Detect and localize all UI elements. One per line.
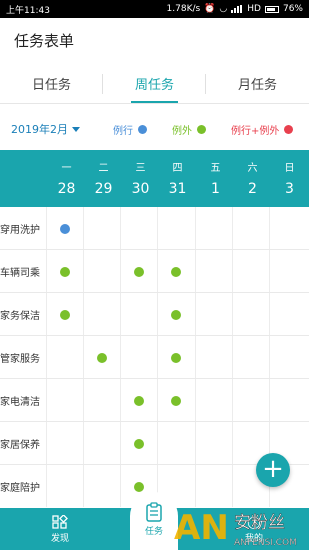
alarm-icon: ⏰ xyxy=(204,4,216,14)
routine-task-dot[interactable] xyxy=(59,223,70,234)
exception-task-dot[interactable] xyxy=(59,309,70,320)
network-type: HD xyxy=(247,4,261,14)
task-row: 车辆司乘 xyxy=(0,250,309,293)
exception-task-dot[interactable] xyxy=(170,266,181,277)
filter-row: 2019年2月 例行 例外 例行+例外 xyxy=(0,104,309,150)
routine-dot-icon xyxy=(138,125,147,134)
task-label: 穿用洗护 xyxy=(0,225,40,236)
task-label: 车辆司乘 xyxy=(0,268,40,279)
status-time: 上午11:43 xyxy=(6,5,50,16)
task-row: 管家服务 xyxy=(0,336,309,379)
exception-task-dot[interactable] xyxy=(133,481,144,492)
active-tab-indicator xyxy=(131,101,178,103)
weekday-label: 三 xyxy=(135,163,146,174)
tab-monthly[interactable]: 月任务 xyxy=(206,64,309,103)
legend-routine: 例行 xyxy=(113,122,147,137)
legend-both-label: 例行+例外 xyxy=(231,126,280,137)
add-task-button[interactable]: + xyxy=(256,453,290,487)
exception-task-dot[interactable] xyxy=(59,266,70,277)
exception-task-dot[interactable] xyxy=(170,352,181,363)
task-row: 家务保洁 xyxy=(0,293,309,336)
exception-task-dot[interactable] xyxy=(170,309,181,320)
weekday-label: 五 xyxy=(210,163,221,174)
caret-down-icon xyxy=(72,126,80,132)
page-title: 任务表单 xyxy=(14,32,75,50)
tab-weekly[interactable]: 周任务 xyxy=(103,64,206,103)
day-number[interactable]: 31 xyxy=(159,181,196,197)
exception-task-dot[interactable] xyxy=(133,266,144,277)
discover-icon xyxy=(52,514,68,529)
nav-task-label: 任务 xyxy=(144,527,163,537)
day-number[interactable]: 29 xyxy=(85,181,122,197)
legend-routine-label: 例行 xyxy=(113,126,133,137)
exception-task-dot[interactable] xyxy=(170,395,181,406)
tab-monthly-label: 月任务 xyxy=(237,78,277,93)
exception-dot-icon xyxy=(197,125,206,134)
weekday-label: 日 xyxy=(284,163,295,174)
day-number[interactable]: 2 xyxy=(234,181,271,197)
exception-task-dot[interactable] xyxy=(133,438,144,449)
nav-discover[interactable]: 发现 xyxy=(44,508,76,550)
status-bar: 上午11:43 1.78K/s ⏰ ◡ HD 76% xyxy=(0,0,309,18)
task-label: 家电清洁 xyxy=(0,397,40,408)
nav-task[interactable]: 任务 xyxy=(130,492,178,550)
tab-daily-label: 日任务 xyxy=(31,78,71,93)
task-label: 家庭陪护 xyxy=(0,483,40,494)
wifi-icon: ◡ xyxy=(219,4,228,14)
month-label: 2019年2月 xyxy=(11,123,68,136)
month-selector[interactable]: 2019年2月 xyxy=(11,121,80,137)
tab-daily[interactable]: 日任务 xyxy=(0,64,103,103)
task-tabs: 日任务 周任务 月任务 xyxy=(0,64,309,104)
battery-level: 76% xyxy=(282,4,303,14)
day-number[interactable]: 30 xyxy=(122,181,159,197)
watermark-text: 安粉丝 xyxy=(234,513,285,533)
exception-task-dot[interactable] xyxy=(96,352,107,363)
day-number[interactable]: 3 xyxy=(271,181,308,197)
task-label: 家务保洁 xyxy=(0,311,40,322)
clipboard-icon xyxy=(146,502,162,522)
weekday-label: 一 xyxy=(61,163,72,174)
task-row: 穿用洗护 xyxy=(0,207,309,250)
weekday-label: 六 xyxy=(247,163,258,174)
watermark-logo: AN 安粉丝 ANFENSI.COM xyxy=(174,508,297,548)
battery-icon xyxy=(264,5,279,13)
legend-both: 例行+例外 xyxy=(231,122,294,137)
day-number[interactable]: 1 xyxy=(197,181,234,197)
network-speed: 1.78K/s xyxy=(166,4,201,14)
watermark-url: ANFENSI.COM xyxy=(234,538,297,548)
status-icons: 1.78K/s ⏰ ◡ HD 76% xyxy=(167,4,303,14)
weekday-label: 二 xyxy=(98,163,109,174)
task-label: 管家服务 xyxy=(0,354,40,365)
legend-exception-label: 例外 xyxy=(172,126,192,137)
legend-exception: 例外 xyxy=(172,122,206,137)
tab-weekly-label: 周任务 xyxy=(134,78,174,93)
nav-discover-label: 发现 xyxy=(50,533,69,544)
weekday-label: 四 xyxy=(172,163,183,174)
task-label: 家居保养 xyxy=(0,440,40,451)
exception-task-dot[interactable] xyxy=(133,395,144,406)
task-row: 家电清洁 xyxy=(0,379,309,422)
day-number[interactable]: 28 xyxy=(48,181,85,197)
week-header: 一 二 三 四 五 六 日 28 29 30 31 1 2 3 xyxy=(0,150,309,207)
svg-text:AN: AN xyxy=(174,508,229,548)
signal-icon xyxy=(231,5,243,13)
both-dot-icon xyxy=(284,125,294,134)
